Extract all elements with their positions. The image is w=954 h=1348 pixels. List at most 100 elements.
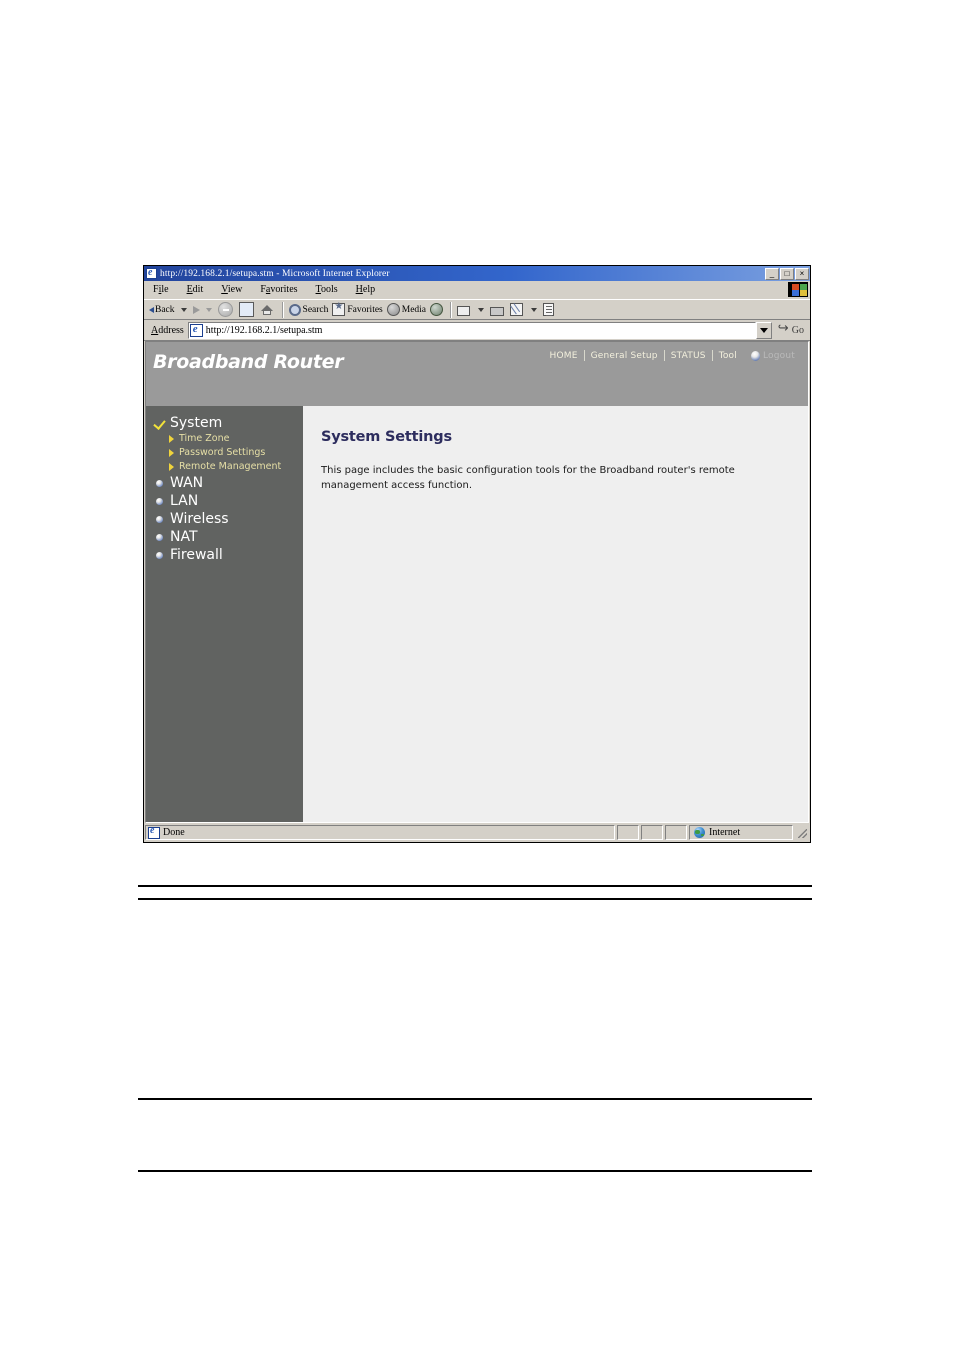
media-label: Media: [401, 304, 427, 315]
media-icon: [386, 303, 400, 316]
sidebar-item-label: LAN: [170, 493, 199, 509]
horizontal-rule: [138, 885, 812, 887]
edit-dropdown-icon[interactable]: [531, 307, 538, 312]
history-globe-icon: [430, 303, 444, 316]
menu-favorites[interactable]: Favorites: [251, 284, 306, 295]
sidebar-item-system[interactable]: System: [146, 414, 303, 432]
status-message: Done: [163, 827, 185, 838]
nav-home[interactable]: HOME: [543, 351, 583, 361]
forward-button[interactable]: [191, 300, 202, 319]
back-label: Back: [155, 304, 175, 315]
toolbar-separator: [281, 301, 284, 318]
sidebar: System Time Zone Password Settings Remot…: [146, 406, 303, 822]
go-button[interactable]: Go: [772, 320, 808, 340]
sidebar-item-label: Time Zone: [179, 433, 230, 444]
edit-button[interactable]: [508, 300, 527, 319]
internet-explorer-icon: [146, 268, 157, 279]
print-button[interactable]: [488, 300, 508, 319]
mail-dropdown-icon[interactable]: [478, 307, 485, 312]
page-icon: [189, 323, 203, 337]
main-content: System Settings This page includes the b…: [303, 406, 808, 822]
menu-bar: File Edit View Favorites Tools Help: [144, 281, 810, 299]
menu-file[interactable]: File: [144, 284, 178, 295]
chevron-down-icon: [759, 327, 768, 333]
sidebar-item-password-settings[interactable]: Password Settings: [146, 446, 303, 460]
nav-general-setup[interactable]: General Setup: [585, 351, 664, 361]
menu-help[interactable]: Help: [347, 284, 384, 295]
bullet-icon: [154, 548, 167, 562]
stop-button[interactable]: [216, 300, 237, 319]
arrow-right-icon: [169, 435, 174, 443]
edit-pencil-icon: [510, 303, 524, 316]
status-bar: Done Internet: [145, 824, 809, 841]
page-body: System Time Zone Password Settings Remot…: [146, 406, 808, 822]
arrow-left-icon: [149, 306, 154, 313]
home-button[interactable]: [258, 300, 279, 319]
minimize-button[interactable]: _: [765, 267, 779, 280]
favorites-label: Favorites: [347, 304, 383, 315]
sidebar-item-nat[interactable]: NAT: [146, 528, 303, 546]
window-title: http://192.168.2.1/setupa.stm - Microsof…: [160, 268, 390, 279]
horizontal-rule: [138, 1170, 812, 1172]
router-banner: Broadband Router HOME General Setup STAT…: [146, 342, 808, 406]
address-bar: Address http://192.168.2.1/setupa.stm Go: [144, 320, 810, 341]
mail-icon: [457, 305, 471, 316]
windows-logo-icon: [788, 282, 808, 297]
arrow-right-icon: [192, 305, 200, 314]
sidebar-item-firewall[interactable]: Firewall: [146, 546, 303, 564]
top-navigation: HOME General Setup STATUS Tool Logout: [543, 350, 801, 361]
back-dropdown-icon[interactable]: [180, 307, 187, 312]
address-value: http://192.168.2.1/setupa.stm: [205, 324, 323, 336]
sidebar-item-wireless[interactable]: Wireless: [146, 510, 303, 528]
security-zone-label: Internet: [709, 827, 741, 838]
logout-dot-icon: [750, 350, 760, 361]
address-input[interactable]: http://192.168.2.1/setupa.stm: [187, 321, 756, 339]
go-arrow-icon: [778, 320, 790, 336]
history-button[interactable]: [428, 300, 447, 319]
sidebar-item-label: System: [170, 415, 223, 431]
menu-edit[interactable]: Edit: [178, 284, 213, 295]
browser-toolbar: Back Search Favorites Media: [144, 299, 810, 320]
sidebar-item-remote-management[interactable]: Remote Management: [146, 460, 303, 474]
search-button[interactable]: Search: [287, 300, 331, 319]
resize-grip[interactable]: [795, 826, 809, 840]
check-icon: [154, 416, 167, 430]
nav-tool[interactable]: Tool: [713, 351, 743, 361]
window-controls: _ □ ×: [765, 267, 809, 280]
stop-icon: [217, 302, 233, 317]
home-icon: [260, 302, 275, 317]
search-label: Search: [302, 304, 329, 315]
maximize-button[interactable]: □: [780, 267, 794, 280]
refresh-button[interactable]: [237, 300, 258, 319]
sidebar-item-label: Wireless: [170, 511, 229, 527]
close-button[interactable]: ×: [795, 267, 809, 280]
bullet-icon: [154, 530, 167, 544]
nav-logout[interactable]: Logout: [763, 351, 801, 361]
forward-dropdown-icon[interactable]: [205, 307, 212, 312]
nav-status[interactable]: STATUS: [665, 351, 712, 361]
favorites-button[interactable]: Favorites: [330, 300, 384, 319]
sidebar-item-label: Remote Management: [179, 461, 282, 472]
sidebar-item-time-zone[interactable]: Time Zone: [146, 432, 303, 446]
address-dropdown-button[interactable]: [755, 321, 772, 339]
menu-tools[interactable]: Tools: [307, 284, 347, 295]
discuss-button[interactable]: [541, 300, 558, 319]
sidebar-item-lan[interactable]: LAN: [146, 492, 303, 510]
search-icon: [288, 304, 301, 316]
back-button[interactable]: Back: [147, 300, 177, 319]
security-zone-panel: Internet: [689, 825, 793, 840]
status-panel-1: [617, 825, 639, 840]
media-button[interactable]: Media: [385, 300, 428, 319]
page-icon: [148, 826, 160, 839]
horizontal-rule: [138, 898, 812, 900]
mail-button[interactable]: [455, 300, 474, 319]
menu-view[interactable]: View: [212, 284, 251, 295]
page-title: System Settings: [321, 429, 452, 445]
sidebar-item-label: WAN: [170, 475, 204, 491]
internet-zone-icon: [694, 827, 705, 838]
bullet-icon: [154, 512, 167, 526]
star-icon: [332, 301, 346, 316]
sidebar-item-wan[interactable]: WAN: [146, 474, 303, 492]
horizontal-rule: [138, 1098, 812, 1100]
bullet-icon: [154, 494, 167, 508]
